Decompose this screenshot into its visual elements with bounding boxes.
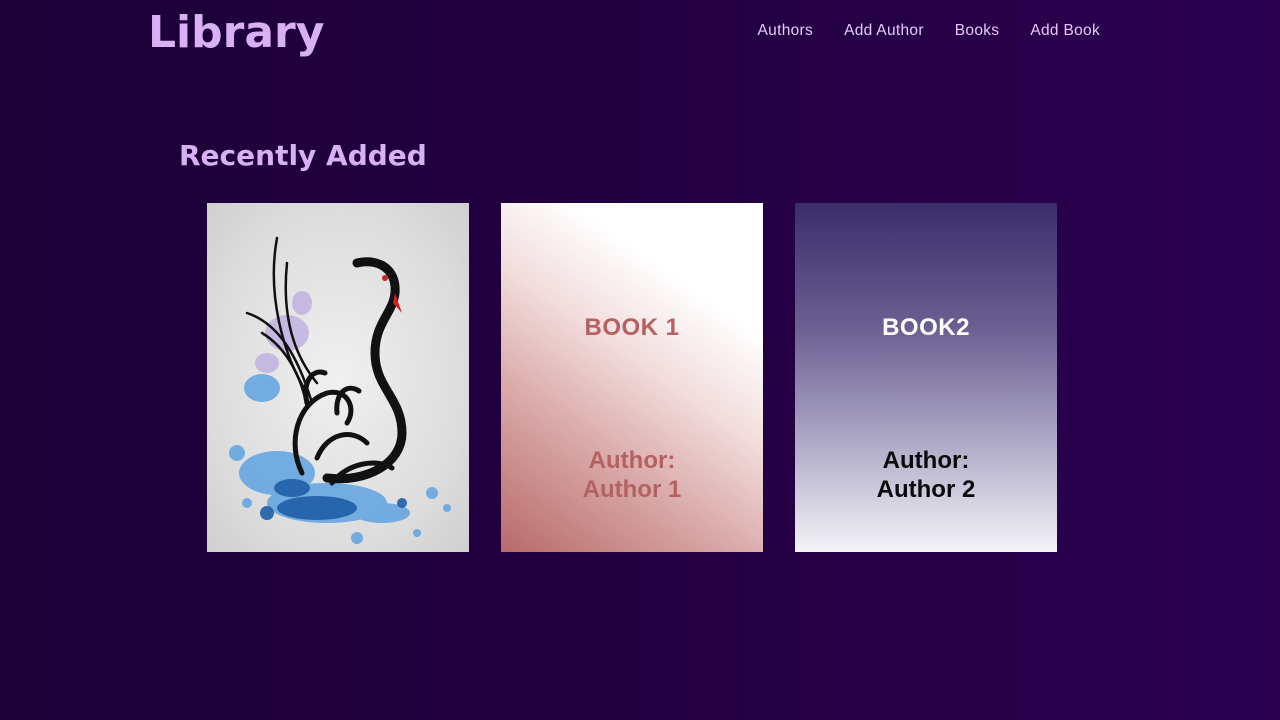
book-cover-author: Author: Author 1: [582, 447, 682, 503]
nav-link-authors[interactable]: Authors: [758, 20, 814, 42]
nav-link-books[interactable]: Books: [955, 20, 1000, 42]
book-cover-title: BOOK2: [882, 314, 970, 341]
book-cover-title: BOOK 1: [584, 314, 680, 341]
book-card-book1[interactable]: BOOK 1 Author: Author 1: [501, 203, 763, 552]
site-logo[interactable]: Library: [148, 6, 324, 60]
book-card-swan[interactable]: [207, 203, 469, 552]
main-nav: Authors Add Author Books Add Book: [727, 20, 1100, 42]
site-header: Library Authors Add Author Books Add Boo…: [0, 0, 1280, 70]
book-cover-author: Author: Author 2: [876, 447, 976, 503]
swan-calligraphy-cover: [229, 236, 451, 544]
book-card-book2[interactable]: BOOK2 Author: Author 2: [795, 203, 1057, 552]
nav-link-add-author[interactable]: Add Author: [844, 20, 924, 42]
section-title: Recently Added: [179, 139, 427, 172]
book-grid: BOOK 1 Author: Author 1 BOOK2 Author: Au…: [207, 203, 1057, 552]
nav-link-add-book[interactable]: Add Book: [1030, 20, 1100, 42]
